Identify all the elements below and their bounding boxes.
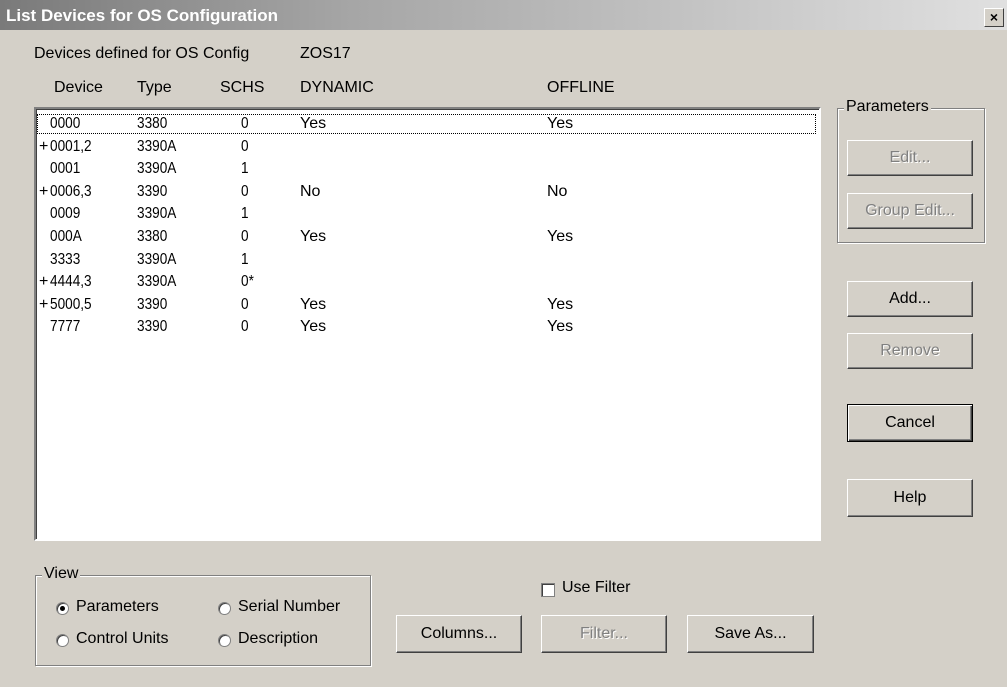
row-type: 3380 [137,228,168,245]
row-offline: Yes [547,228,574,245]
row-device: 7777 [50,318,81,336]
view-control-units-label[interactable]: Control Units [76,630,168,648]
save-as-button[interactable]: Save As... [687,615,814,653]
row-schs: 0 [241,318,249,336]
row-type: 3390A [137,205,177,223]
view-description-radio[interactable] [218,634,231,647]
view-serial-number-radio[interactable] [218,602,231,615]
use-filter-checkbox[interactable] [541,583,555,597]
row-device: 0009 [50,205,81,223]
row-device: 000A [50,228,82,245]
row-type: 3390A [137,250,177,268]
close-button[interactable]: × [984,8,1004,27]
column-header-dynamic[interactable]: DYNAMIC [300,79,374,97]
parameters-group-label: Parameters [844,98,931,116]
filter-button[interactable]: Filter... [541,615,667,653]
device-row[interactable]: +0001,2 3390A 0 [36,136,817,158]
device-row[interactable]: +4444,3 3390A 0* [36,271,817,293]
row-dynamic: Yes [300,115,327,132]
row-expand-marker: + [39,273,49,291]
row-schs: 0 [241,182,249,200]
row-type: 3390A [137,160,177,178]
view-control-units-radio[interactable] [56,634,69,647]
column-header-type[interactable]: Type [137,79,172,97]
row-offline: No [547,182,568,200]
row-dynamic: Yes [300,318,327,336]
row-expand-marker: + [39,137,49,155]
column-header-schs[interactable]: SCHS [220,79,264,97]
window-title: List Devices for OS Configuration [6,6,279,25]
row-type: 3390 [137,182,168,200]
device-list[interactable]: 0000 3380 0 Yes Yes +0001,2 3390A 0 0001 3390A 1 +0… [34,107,821,541]
row-type: 3390 [137,318,168,336]
dialog-window: List Devices for OS Configuration × Devi… [0,0,1007,687]
use-filter-label[interactable]: Use Filter [562,579,630,597]
row-device: 3333 [50,250,81,268]
row-schs: 1 [241,160,249,178]
row-expand-marker: + [39,295,49,313]
row-device: 0001 [50,160,81,178]
row-device: 5000,5 [50,295,92,313]
row-device: 4444,3 [50,273,92,291]
row-schs: 1 [241,250,249,268]
view-group-label: View [42,565,81,583]
title-bar: List Devices for OS Configuration × [0,0,1007,30]
row-schs: 0 [241,295,249,313]
device-row[interactable]: 0009 3390A 1 [36,203,817,225]
row-type: 3390A [137,137,177,155]
device-row[interactable]: 0001 3390A 1 [36,158,817,180]
row-dynamic: No [300,182,321,200]
help-button[interactable]: Help [847,479,973,517]
row-schs: 0 [241,115,249,132]
row-device: 0000 [50,115,81,132]
row-type: 3390A [137,273,177,291]
remove-button[interactable]: Remove [847,333,973,369]
device-row[interactable]: +0006,3 3390 0 No No [36,181,817,203]
device-row[interactable]: 0000 3380 0 Yes Yes [36,113,817,135]
row-type: 3380 [137,115,168,132]
cancel-button[interactable]: Cancel [847,404,973,442]
row-schs: 0 [241,137,249,155]
add-button[interactable]: Add... [847,281,973,317]
row-expand-marker: + [39,182,49,200]
group-edit-button[interactable]: Group Edit... [847,193,973,229]
row-offline: Yes [547,295,574,313]
view-group: View [35,565,371,666]
os-config-label: Devices defined for OS Config [34,45,250,62]
view-parameters-radio[interactable] [56,602,69,615]
row-schs: 0 [241,228,249,245]
device-row[interactable]: 000A 3380 0 Yes Yes [36,226,817,248]
row-schs: 0* [241,273,254,291]
device-row[interactable]: +5000,5 3390 0 Yes Yes [36,294,817,316]
columns-button[interactable]: Columns... [396,615,522,653]
row-offline: Yes [547,115,574,132]
column-header-device[interactable]: Device [54,79,103,97]
row-offline: Yes [547,318,574,336]
row-dynamic: Yes [300,295,327,313]
row-device: 0006,3 [50,182,92,200]
row-dynamic: Yes [300,228,327,245]
view-parameters-label[interactable]: Parameters [76,598,159,616]
device-row[interactable]: 7777 3390 0 Yes Yes [36,316,817,338]
row-device: 0001,2 [50,137,92,155]
os-config-name: ZOS17 [300,45,351,62]
device-row[interactable]: 3333 3390A 1 [36,249,817,271]
column-header-offline[interactable]: OFFLINE [547,79,615,97]
view-serial-number-label[interactable]: Serial Number [238,598,340,616]
view-description-label[interactable]: Description [238,630,318,648]
row-type: 3390 [137,295,168,313]
edit-button[interactable]: Edit... [847,140,973,176]
row-schs: 1 [241,205,249,223]
